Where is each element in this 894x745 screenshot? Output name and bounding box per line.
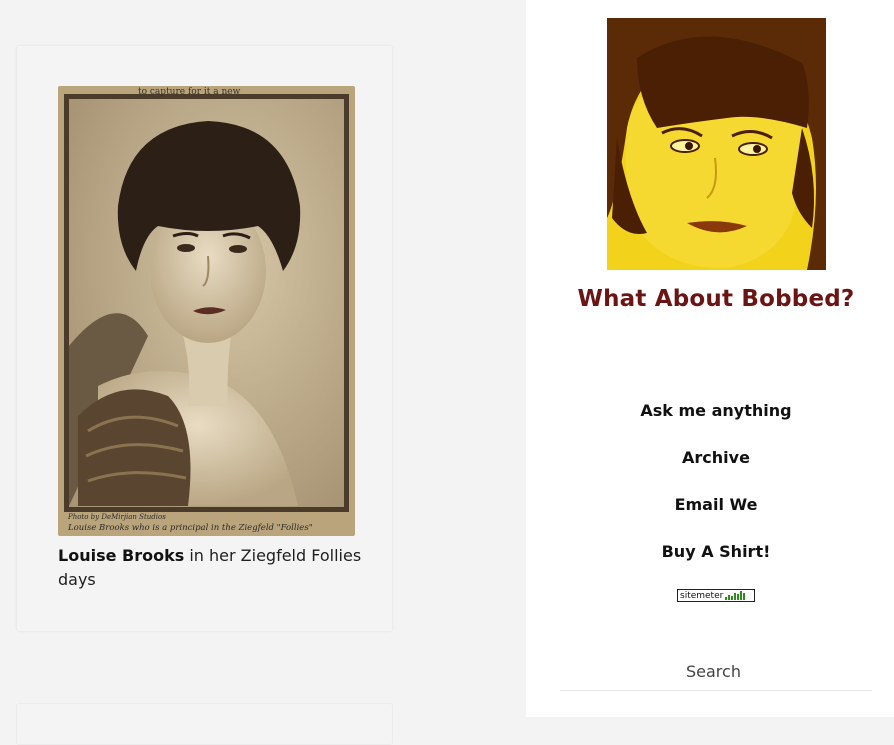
sidebar: What About Bobbed? Ask me anything Archi… [526, 0, 894, 717]
photo-top-text: to capture for it a new [138, 87, 241, 97]
blog-avatar[interactable] [607, 18, 826, 270]
nav-ask-me-anything[interactable]: Ask me anything [526, 398, 894, 445]
sitemeter-bars-icon [725, 591, 746, 600]
photo-credit: Photo by DeMirjian Studios [67, 513, 166, 521]
post-caption: Louise Brooks in her Ziegfeld Follies da… [58, 544, 368, 592]
nav-buy-a-shirt[interactable]: Buy A Shirt! [526, 539, 894, 586]
post-card: to capture for it a new Photo by DeMirji… [16, 45, 393, 632]
nav-archive[interactable]: Archive [526, 445, 894, 492]
post-photo[interactable]: to capture for it a new Photo by DeMirji… [58, 86, 355, 536]
caption-name-link[interactable]: Louise Brooks [58, 546, 184, 565]
sitemeter-label: sitemeter [680, 590, 724, 601]
search-underline [560, 690, 872, 691]
nav-email-we[interactable]: Email We [526, 492, 894, 539]
photo-subtitle: Louise Brooks who is a principal in the … [67, 523, 313, 533]
search-input[interactable]: Search [686, 662, 741, 681]
next-post-card [16, 703, 393, 745]
blog-title[interactable]: What About Bobbed? [526, 286, 894, 312]
post-column: to capture for it a new Photo by DeMirji… [0, 0, 526, 745]
sitemeter-badge[interactable]: sitemeter [677, 589, 755, 602]
sidebar-nav: Ask me anything Archive Email We Buy A S… [526, 398, 894, 586]
